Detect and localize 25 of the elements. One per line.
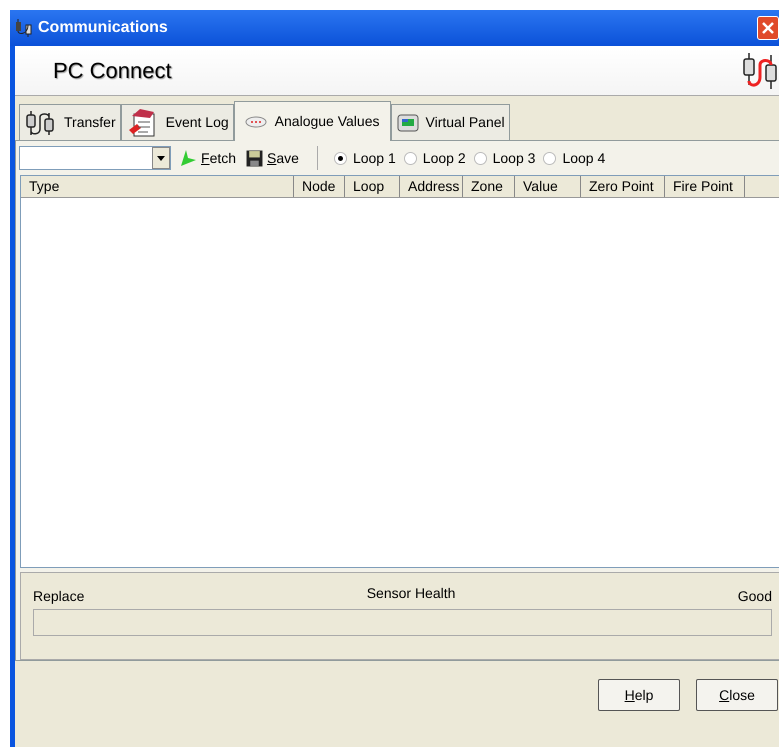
- toolbar-button[interactable]: Fetch: [177, 145, 238, 171]
- close-icon: [762, 22, 774, 34]
- plugs-icon: [14, 19, 34, 37]
- detector-icon: [244, 114, 267, 128]
- radio-button[interactable]: Loop 3: [474, 148, 536, 168]
- tab[interactable]: Virtual Panel: [390, 104, 510, 140]
- tab[interactable]: Analogue Values: [234, 101, 390, 141]
- tab[interactable]: Event Log: [120, 104, 234, 140]
- header-title: PC Connect: [53, 57, 172, 85]
- save-icon: [246, 150, 264, 166]
- arrow-icon: [179, 149, 197, 167]
- tab[interactable]: Transfer: [19, 104, 121, 140]
- panel-icon: [396, 112, 420, 134]
- sensor-health-title: Sensor Health: [366, 584, 456, 603]
- window-title: Communications: [38, 18, 168, 38]
- close-button[interactable]: [757, 16, 779, 40]
- toolbar-button[interactable]: Save: [244, 145, 301, 171]
- dialog-button[interactable]: Help: [598, 679, 680, 711]
- good-label: Good: [738, 587, 772, 606]
- radio-button[interactable]: Loop 2: [404, 148, 466, 168]
- dialog-button[interactable]: Close: [696, 679, 778, 711]
- caret-icon: [157, 156, 165, 160]
- radio-button[interactable]: Loop 1: [334, 148, 396, 168]
- replace-label: Replace: [33, 587, 84, 606]
- radio-button[interactable]: Loop 4: [543, 148, 606, 168]
